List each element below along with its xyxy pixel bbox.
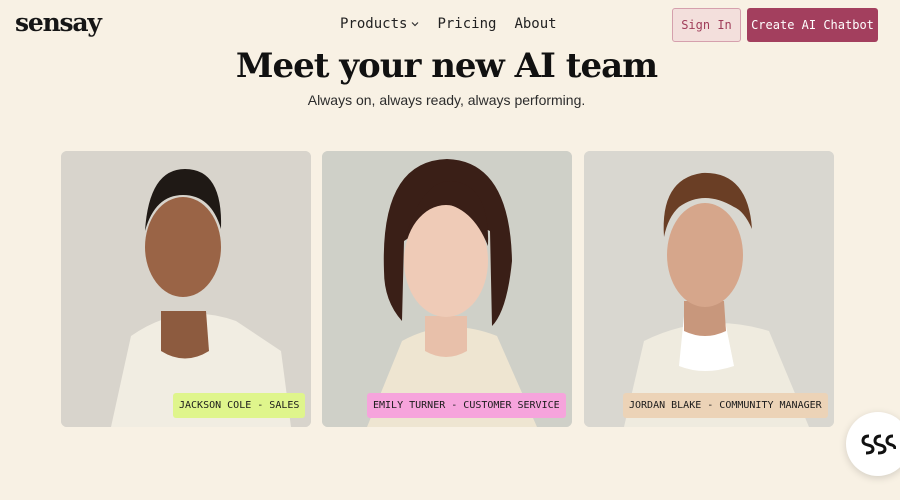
sign-in-button[interactable]: Sign In <box>672 8 741 42</box>
team-card-3[interactable] <box>584 151 834 427</box>
chat-widget-button[interactable] <box>846 412 900 476</box>
team-tag-3: JORDAN BLAKE - COMMUNITY MANAGER <box>623 393 828 418</box>
portrait-photo <box>322 151 572 427</box>
main-nav: Products Pricing About <box>340 16 557 32</box>
team-card-2[interactable] <box>322 151 572 427</box>
portrait-photo <box>61 151 311 427</box>
brand-logo[interactable]: sensay <box>15 8 102 37</box>
hero-title: Meet your new AI team <box>235 46 658 86</box>
nav-products-label: Products <box>340 16 408 32</box>
team-tag-1: JACKSON COLE - SALES <box>173 393 306 418</box>
team-card-1[interactable] <box>61 151 311 427</box>
nav-pricing-label: Pricing <box>437 16 497 32</box>
nav-pricing[interactable]: Pricing <box>437 16 496 32</box>
chevron-down-icon <box>412 22 419 27</box>
chat-logo-icon <box>861 434 896 455</box>
team-tag-2: EMILY TURNER - CUSTOMER SERVICE <box>367 393 566 418</box>
portrait-photo <box>584 151 834 427</box>
hero-subtitle: Always on, always ready, always performi… <box>307 92 586 108</box>
nav-about[interactable]: About <box>514 16 556 32</box>
nav-about-label: About <box>514 16 557 32</box>
create-chatbot-button[interactable]: Create AI Chatbot <box>747 8 878 42</box>
nav-products[interactable]: Products <box>340 16 419 32</box>
